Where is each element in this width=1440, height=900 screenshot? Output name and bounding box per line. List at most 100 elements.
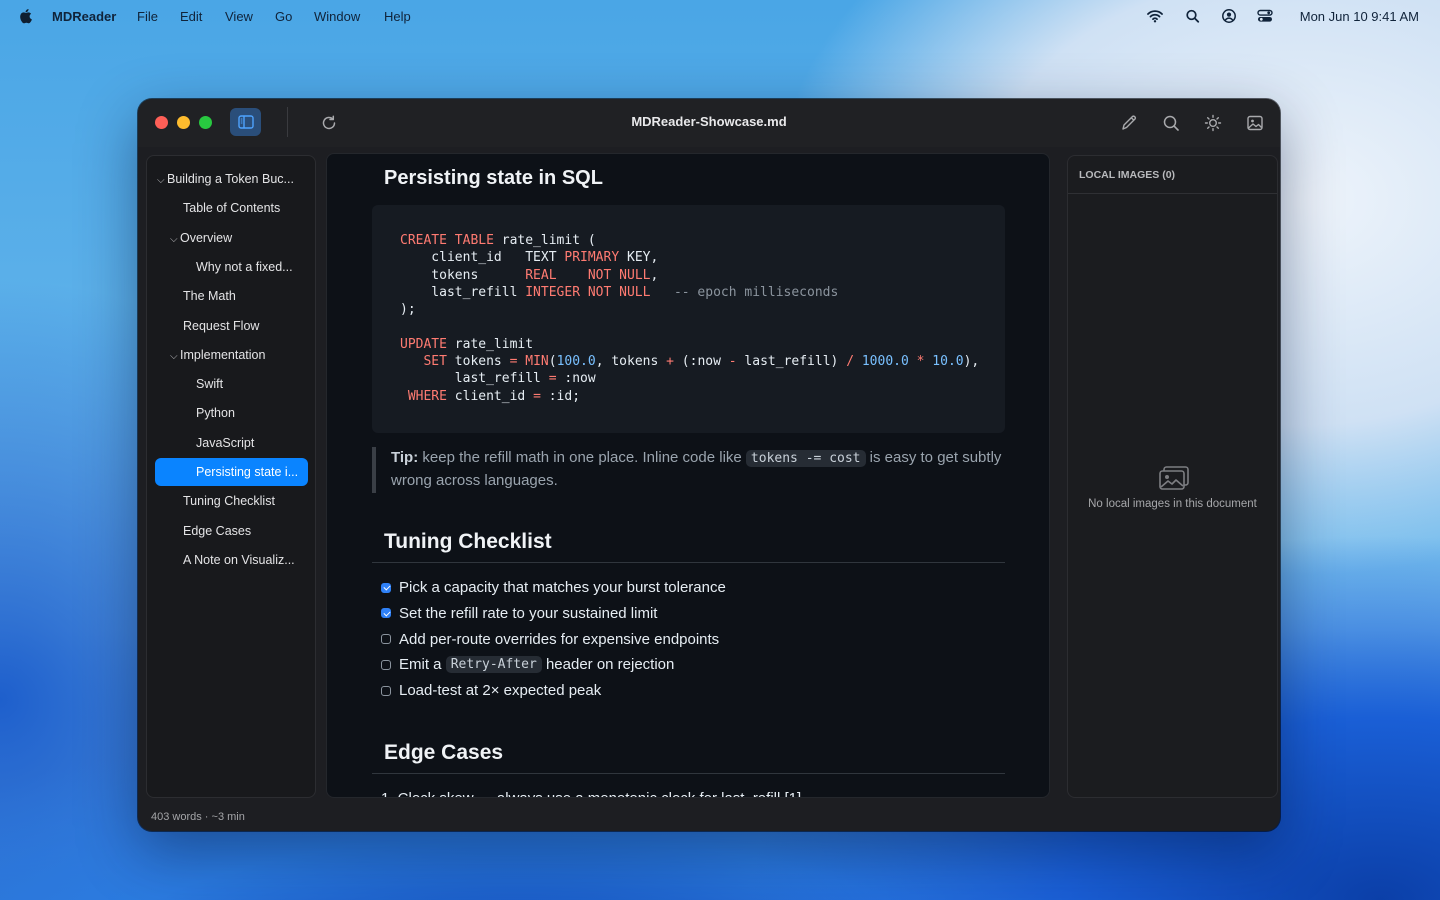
tip-blockquote: Tip: keep the refill math in one place. … (372, 447, 1005, 493)
code-token: :now (556, 371, 596, 387)
checkbox-unchecked[interactable] (381, 634, 391, 645)
menu-window[interactable]: Window (314, 9, 360, 24)
toc-item[interactable]: Edge Cases (183, 517, 251, 545)
spotlight-search-icon[interactable] (1185, 9, 1201, 23)
search-icon[interactable] (1161, 113, 1181, 133)
heading-underline (372, 562, 1005, 563)
heading-persisting-state: Persisting state in SQL (384, 167, 603, 189)
task-text: header on rejection (541, 656, 675, 674)
code-token: client_id (446, 388, 534, 404)
toc-item[interactable]: Python (196, 399, 235, 427)
task-inline-code: Retry-After (445, 656, 542, 674)
code-token: client_id TEXT (400, 250, 565, 266)
toc-item[interactable]: JavaScript (196, 429, 254, 457)
toc-item-label: Request Flow (183, 318, 260, 333)
menu-clock[interactable]: Mon Jun 10 9:41 AM (1300, 9, 1419, 24)
code-token: SET (423, 354, 447, 370)
toc-item[interactable]: The Math (183, 282, 236, 310)
local-images-panel: LOCAL IMAGES (0) No local images in this… (1067, 155, 1278, 798)
toc-item-label: Why not a fixed... (196, 259, 293, 274)
code-token: = (548, 371, 557, 387)
toc-item[interactable]: Request Flow (183, 312, 259, 340)
user-account-icon[interactable] (1221, 9, 1237, 23)
appearance-sun-icon[interactable] (1203, 113, 1223, 133)
menu-edit[interactable]: Edit (180, 9, 202, 24)
code-token: tokens (446, 354, 510, 370)
toc-item-label: Overview (180, 230, 233, 245)
apple-logo-icon[interactable] (18, 8, 32, 24)
toc-item[interactable]: ⌵ Building a Token Buc... (157, 165, 294, 193)
menu-file[interactable]: File (137, 9, 158, 24)
toc-sidebar: ⌵ Building a Token Buc... Table of Content… (146, 155, 316, 798)
markdown-content[interactable]: Persisting state in SQL CREATE TABLE rat… (326, 153, 1050, 798)
menu-help[interactable]: Help (384, 9, 411, 24)
toc-item-label: Persisting state i... (196, 465, 299, 479)
menu-view[interactable]: View (225, 9, 253, 24)
title-bar: MDReader-Showcase.md (138, 99, 1280, 147)
chevron-down-icon[interactable]: ⌵ (170, 226, 180, 254)
chevron-down-icon[interactable]: ⌵ (170, 343, 180, 371)
toc-item[interactable]: Why not a fixed... (196, 253, 293, 281)
code-token: , tokens (595, 354, 667, 370)
task-text: Emit a (399, 656, 446, 674)
toc-item[interactable]: Swift (196, 370, 223, 398)
toc-item[interactable]: ⌵ Overview (170, 224, 232, 252)
heading-tuning-checklist: Tuning Checklist (384, 530, 552, 553)
chevron-down-icon[interactable]: ⌵ (157, 167, 167, 195)
code-token: last_refill) (736, 354, 847, 370)
code-token: , (650, 267, 659, 283)
code-token: = (533, 388, 541, 404)
heading-edge-cases: Edge Cases (384, 741, 504, 764)
code-token: rate_limit (446, 336, 534, 352)
task-text: Add per-route overrides for expensive en… (399, 630, 720, 648)
toc-item-label: Tuning Checklist (183, 494, 275, 509)
task-text: Pick a capacity that matches your burst … (399, 579, 726, 596)
task-text: Load-test at 2× expected peak (399, 682, 602, 700)
edit-pencil-icon[interactable] (1119, 113, 1139, 133)
code-token: last_refill (400, 371, 549, 387)
code-token: / (846, 354, 855, 370)
toc-item[interactable]: A Note on Visualiz... (183, 546, 295, 574)
checkbox-unchecked[interactable] (381, 659, 391, 670)
code-token: tokens (400, 267, 526, 283)
code-token: UPDATE (400, 336, 447, 352)
code-token: :id; (540, 388, 581, 404)
toc-item-label: The Math (183, 289, 236, 304)
tip-label: Tip: (391, 449, 419, 466)
code-token: INTEGER NOT NULL (525, 284, 651, 300)
heading-underline (372, 773, 1005, 774)
code-token: REAL (525, 267, 557, 283)
code-token: KEY, (619, 250, 659, 266)
code-token: rate_limit ( (493, 233, 596, 248)
panel-header: LOCAL IMAGES (0) (1068, 156, 1277, 194)
images-panel-icon[interactable] (1245, 113, 1265, 133)
toc-item-label: Table of Contents (183, 201, 281, 216)
wifi-icon[interactable] (1147, 9, 1163, 23)
code-token: ( (548, 354, 557, 370)
app-window: MDReader-Showcase.md ⌵ Building a Token B… (138, 99, 1280, 831)
menu-app-name[interactable]: MDReader (52, 9, 116, 24)
code-token: 10.0 (932, 354, 964, 370)
control-center-icon[interactable] (1257, 9, 1273, 23)
task-text: Set the refill rate to your sustained li… (399, 604, 658, 622)
toc-item[interactable]: Table of Contents (183, 194, 280, 222)
empty-state-text: No local images in this document (1088, 498, 1257, 510)
menu-go[interactable]: Go (275, 9, 292, 24)
checkbox-checked[interactable] (381, 608, 391, 619)
task-list-item: Set the refill rate to your sustained li… (381, 605, 657, 622)
code-token: ); (400, 302, 416, 318)
window-title: MDReader-Showcase.md (631, 114, 787, 129)
checkbox-unchecked[interactable] (381, 685, 391, 696)
code-token: ), (963, 354, 980, 370)
toc-item[interactable]: ⌵ Implementation (170, 341, 265, 369)
toc-item[interactable]: Persisting state i... (155, 458, 308, 486)
code-token: (:now (673, 354, 729, 370)
code-token: WHERE (407, 388, 447, 404)
checkbox-checked[interactable] (381, 582, 391, 593)
toc-item-label: Swift (196, 377, 224, 392)
toc-item[interactable]: Tuning Checklist (183, 487, 275, 515)
photo-stack-icon (1159, 466, 1189, 490)
